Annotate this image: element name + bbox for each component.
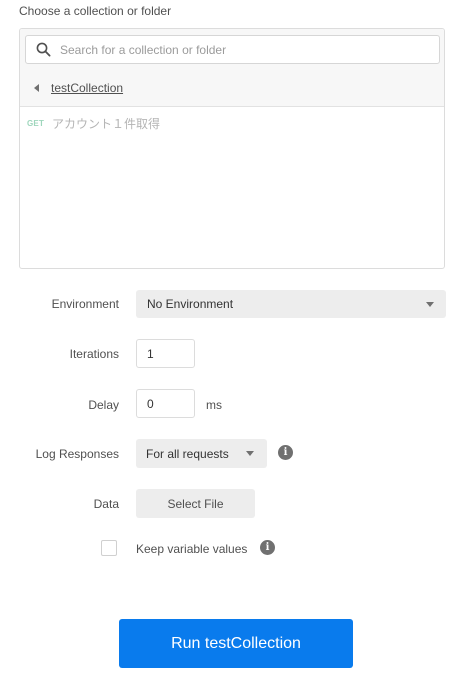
info-icon[interactable]: i: [260, 540, 275, 555]
collection-picker-header: testCollection: [20, 29, 444, 107]
environment-select[interactable]: No Environment: [136, 290, 446, 318]
log-responses-select[interactable]: For all requests: [136, 439, 267, 468]
request-name: アカウント１件取得: [52, 116, 161, 131]
info-icon[interactable]: i: [278, 445, 293, 460]
breadcrumb-collection-link[interactable]: testCollection: [51, 81, 123, 95]
environment-label: Environment: [51, 297, 119, 311]
iterations-label: Iterations: [69, 347, 119, 361]
search-input[interactable]: [60, 39, 430, 60]
run-collection-button[interactable]: Run testCollection: [119, 619, 353, 668]
delay-unit: ms: [206, 398, 222, 412]
iterations-input[interactable]: [136, 339, 195, 368]
keep-variable-values-checkbox[interactable]: [101, 540, 117, 556]
search-box[interactable]: [25, 35, 440, 64]
delay-label: Delay: [88, 398, 119, 412]
back-arrow-icon[interactable]: [34, 84, 39, 92]
caret-down-icon: [246, 451, 254, 456]
data-label: Data: [93, 497, 119, 511]
caret-down-icon: [426, 302, 434, 307]
log-responses-select-value: For all requests: [146, 447, 229, 461]
log-responses-label: Log Responses: [35, 447, 119, 461]
collection-section-title: Choose a collection or folder: [19, 4, 172, 18]
select-file-button[interactable]: Select File: [136, 489, 255, 518]
method-badge: GET: [27, 118, 45, 128]
delay-input[interactable]: [136, 389, 195, 418]
collection-runner-panel: Choose a collection or folder testCollec…: [0, 0, 466, 681]
keep-variable-values-label: Keep variable values: [136, 542, 248, 556]
breadcrumb-back[interactable]: testCollection: [34, 80, 123, 96]
environment-select-value: No Environment: [147, 297, 234, 311]
request-list-item[interactable]: GET アカウント１件取得: [20, 113, 444, 133]
search-icon: [36, 42, 51, 57]
collection-picker: testCollection GET アカウント１件取得: [19, 28, 445, 269]
